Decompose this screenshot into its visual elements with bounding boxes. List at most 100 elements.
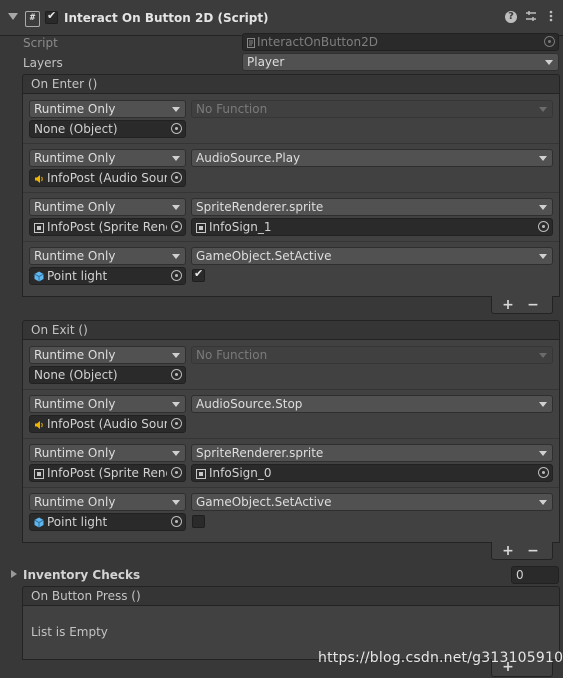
chevron-down-icon: [172, 254, 180, 259]
inventory-checks-label[interactable]: Inventory Checks: [23, 568, 140, 582]
argument-value: InfoSign_0: [209, 466, 272, 480]
target-value: InfoPost (Audio Source): [47, 417, 167, 431]
help-icon[interactable]: ?: [505, 11, 517, 23]
row-separator: [23, 389, 559, 390]
on-enter-row1-mode-dropdown[interactable]: Runtime Only: [29, 100, 186, 118]
object-picker-icon[interactable]: [171, 369, 182, 380]
target-value: InfoPost (Sprite Renderer): [47, 466, 167, 480]
on-exit-row1-mode-dropdown[interactable]: Runtime Only: [29, 346, 186, 364]
row-separator: [23, 241, 559, 242]
component-header[interactable]: # Interact On Button 2D (Script) ?: [0, 0, 563, 36]
on-exit-row2-function-dropdown[interactable]: AudioSource.Stop: [191, 395, 553, 413]
argument-value: InfoSign_1: [209, 220, 272, 234]
foldout-arrow-icon[interactable]: [11, 570, 17, 578]
on-exit-row4-target-field[interactable]: Point light: [29, 513, 186, 531]
chevron-down-icon: [172, 353, 180, 358]
on-enter-title: On Enter (): [31, 77, 98, 91]
on-enter-add-button[interactable]: +: [501, 298, 515, 312]
chevron-down-icon: [539, 500, 547, 505]
on-enter-row2-mode-dropdown[interactable]: Runtime Only: [29, 149, 186, 167]
on-exit-row2-target-field[interactable]: InfoPost (Audio Source): [29, 415, 186, 433]
presets-icon[interactable]: [524, 10, 538, 25]
chevron-down-icon: [172, 402, 180, 407]
chevron-down-icon: [539, 353, 547, 358]
function-value: No Function: [196, 102, 268, 116]
inventory-size-value: 0: [516, 568, 524, 582]
on-exit-add-button[interactable]: +: [501, 544, 515, 558]
sprite-renderer-icon: [34, 469, 44, 479]
on-enter-row4-bool-checkbox[interactable]: [192, 267, 205, 282]
on-exit-title: On Exit (): [31, 323, 88, 337]
on-enter-row4-function-dropdown[interactable]: GameObject.SetActive: [191, 247, 553, 265]
inventory-checks-size-field[interactable]: 0: [511, 566, 559, 584]
on-enter-row2-function-dropdown[interactable]: AudioSource.Play: [191, 149, 553, 167]
target-value: None (Object): [34, 368, 118, 382]
on-enter-row3-mode-dropdown[interactable]: Runtime Only: [29, 198, 186, 216]
audio-source-icon: [35, 175, 43, 183]
on-exit-row1-function-dropdown: No Function: [191, 346, 553, 364]
enabled-checkbox[interactable]: [45, 9, 58, 24]
on-exit-row1-target-field[interactable]: None (Object): [29, 366, 186, 384]
object-picker-icon[interactable]: [171, 418, 182, 429]
object-picker-icon[interactable]: [171, 172, 182, 183]
on-enter-row1-function-dropdown: No Function: [191, 100, 553, 118]
mode-value: Runtime Only: [34, 446, 116, 460]
function-value: No Function: [196, 348, 268, 362]
object-picker-icon[interactable]: [171, 270, 182, 281]
list-empty-text: List is Empty: [31, 625, 108, 639]
chevron-down-icon: [539, 107, 547, 112]
function-value: AudioSource.Play: [196, 151, 301, 165]
mode-value: Runtime Only: [34, 102, 116, 116]
kebab-menu-icon[interactable]: [544, 10, 558, 25]
object-picker-icon[interactable]: [171, 516, 182, 527]
function-value: GameObject.SetActive: [196, 495, 332, 509]
script-field: InteractOnButton2D: [242, 33, 559, 51]
chevron-down-icon: [539, 156, 547, 161]
watermark-text: https://blog.csdn.net/g313105910: [318, 650, 563, 666]
on-enter-remove-button[interactable]: −: [526, 298, 540, 312]
on-exit-row2-mode-dropdown[interactable]: Runtime Only: [29, 395, 186, 413]
function-value: SpriteRenderer.sprite: [196, 446, 324, 460]
chevron-down-icon: [172, 107, 180, 112]
on-exit-row3-argument-field[interactable]: InfoSign_0: [191, 464, 553, 482]
on-enter-row3-target-field[interactable]: InfoPost (Sprite Renderer): [29, 218, 186, 236]
object-picker-icon[interactable]: [538, 221, 549, 232]
function-value: GameObject.SetActive: [196, 249, 332, 263]
on-exit-remove-button[interactable]: −: [526, 544, 540, 558]
component-title: Interact On Button 2D (Script): [64, 11, 269, 25]
script-file-icon: [247, 37, 255, 51]
object-picker-icon[interactable]: [171, 221, 182, 232]
mode-value: Runtime Only: [34, 249, 116, 263]
chevron-down-icon: [172, 500, 180, 505]
object-picker-icon[interactable]: [171, 467, 182, 478]
on-enter-row4-target-field[interactable]: Point light: [29, 267, 186, 285]
audio-source-icon: [35, 421, 43, 429]
on-exit-row4-mode-dropdown[interactable]: Runtime Only: [29, 493, 186, 511]
on-exit-row3-target-field[interactable]: InfoPost (Sprite Renderer): [29, 464, 186, 482]
sprite-icon: [196, 469, 206, 479]
mode-value: Runtime Only: [34, 495, 116, 509]
on-exit-row4-function-dropdown[interactable]: GameObject.SetActive: [191, 493, 553, 511]
mode-value: Runtime Only: [34, 151, 116, 165]
on-enter-row2-target-field[interactable]: InfoPost (Audio Source): [29, 169, 186, 187]
gameobject-cube-icon: [34, 517, 44, 528]
on-exit-row4-bool-checkbox[interactable]: [192, 515, 205, 528]
on-enter-row1-target-field[interactable]: None (Object): [29, 120, 186, 138]
on-exit-row3-mode-dropdown[interactable]: Runtime Only: [29, 444, 186, 462]
object-picker-icon[interactable]: [538, 467, 549, 478]
function-value: AudioSource.Stop: [196, 397, 303, 411]
on-button-press-title: On Button Press (): [31, 589, 141, 603]
sprite-icon: [196, 223, 206, 233]
on-exit-row3-function-dropdown[interactable]: SpriteRenderer.sprite: [191, 444, 553, 462]
on-enter-row3-function-dropdown[interactable]: SpriteRenderer.sprite: [191, 198, 553, 216]
script-value: InteractOnButton2D: [257, 35, 378, 49]
gameobject-cube-icon: [34, 271, 44, 282]
object-picker-icon[interactable]: [171, 123, 182, 134]
target-value: None (Object): [34, 122, 118, 136]
on-enter-row4-mode-dropdown[interactable]: Runtime Only: [29, 247, 186, 265]
target-value: InfoPost (Audio Source): [47, 171, 167, 185]
on-enter-row3-argument-field[interactable]: InfoSign_1: [191, 218, 553, 236]
row-separator: [23, 487, 559, 488]
layers-dropdown[interactable]: Player: [242, 53, 559, 71]
fold-arrow-icon[interactable]: [8, 13, 18, 20]
